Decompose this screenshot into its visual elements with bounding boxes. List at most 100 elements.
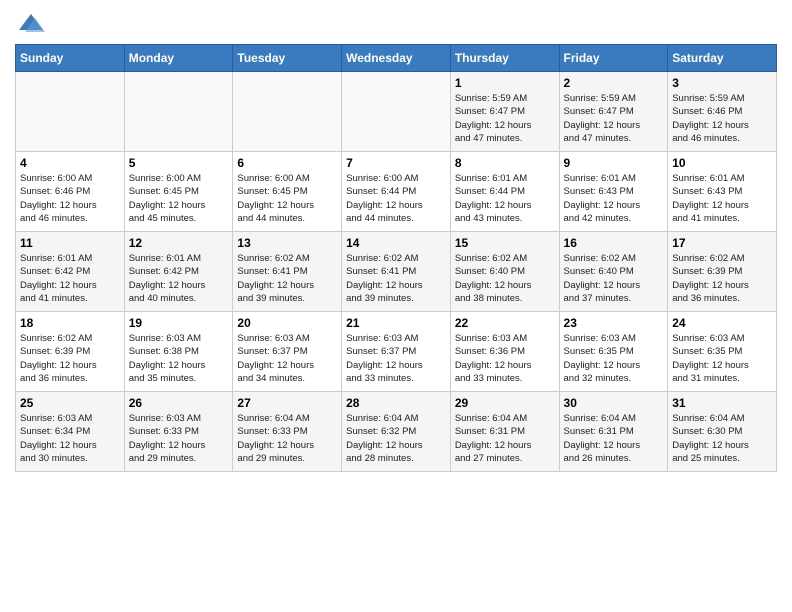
day-info: Sunrise: 6:02 AM Sunset: 6:40 PM Dayligh… <box>564 252 664 305</box>
calendar-cell: 25 Sunrise: 6:03 AM Sunset: 6:34 PM Dayli… <box>16 392 125 472</box>
week-row-5: 25 Sunrise: 6:03 AM Sunset: 6:34 PM Dayli… <box>16 392 777 472</box>
day-info: Sunrise: 6:01 AM Sunset: 6:42 PM Dayligh… <box>20 252 120 305</box>
day-info: Sunrise: 5:59 AM Sunset: 6:46 PM Dayligh… <box>672 92 772 145</box>
calendar-cell: 23 Sunrise: 6:03 AM Sunset: 6:35 PM Dayli… <box>559 312 668 392</box>
dow-header-thursday: Thursday <box>450 45 559 72</box>
day-info: Sunrise: 5:59 AM Sunset: 6:47 PM Dayligh… <box>455 92 555 145</box>
logo <box>15 10 45 38</box>
day-info: Sunrise: 6:04 AM Sunset: 6:31 PM Dayligh… <box>564 412 664 465</box>
calendar-cell: 15 Sunrise: 6:02 AM Sunset: 6:40 PM Dayli… <box>450 232 559 312</box>
day-info: Sunrise: 6:01 AM Sunset: 6:43 PM Dayligh… <box>672 172 772 225</box>
day-number: 26 <box>129 396 229 410</box>
logo-icon <box>17 10 45 38</box>
day-number: 6 <box>237 156 337 170</box>
day-number: 7 <box>346 156 446 170</box>
day-info: Sunrise: 6:02 AM Sunset: 6:41 PM Dayligh… <box>346 252 446 305</box>
week-row-1: 1 Sunrise: 5:59 AM Sunset: 6:47 PM Daylig… <box>16 72 777 152</box>
day-info: Sunrise: 6:00 AM Sunset: 6:45 PM Dayligh… <box>129 172 229 225</box>
day-info: Sunrise: 6:03 AM Sunset: 6:37 PM Dayligh… <box>346 332 446 385</box>
day-info: Sunrise: 6:03 AM Sunset: 6:33 PM Dayligh… <box>129 412 229 465</box>
day-number: 31 <box>672 396 772 410</box>
day-number: 2 <box>564 76 664 90</box>
calendar-cell: 17Sunrise: 6:02 AM Sunset: 6:39 PM Dayli… <box>668 232 777 312</box>
calendar-cell: 5Sunrise: 6:00 AM Sunset: 6:45 PM Daylig… <box>124 152 233 232</box>
day-info: Sunrise: 5:59 AM Sunset: 6:47 PM Dayligh… <box>564 92 664 145</box>
day-info: Sunrise: 6:03 AM Sunset: 6:34 PM Dayligh… <box>20 412 120 465</box>
day-number: 21 <box>346 316 446 330</box>
day-number: 22 <box>455 316 555 330</box>
dow-header-tuesday: Tuesday <box>233 45 342 72</box>
day-info: Sunrise: 6:03 AM Sunset: 6:35 PM Dayligh… <box>672 332 772 385</box>
calendar-cell: 10 Sunrise: 6:01 AM Sunset: 6:43 PM Dayli… <box>668 152 777 232</box>
dow-header-monday: Monday <box>124 45 233 72</box>
calendar-cell: 18Sunrise: 6:02 AM Sunset: 6:39 PM Dayli… <box>16 312 125 392</box>
calendar-cell: 12Sunrise: 6:01 AM Sunset: 6:42 PM Dayli… <box>124 232 233 312</box>
day-number: 30 <box>564 396 664 410</box>
day-info: Sunrise: 6:04 AM Sunset: 6:32 PM Dayligh… <box>346 412 446 465</box>
page-header <box>15 10 777 38</box>
week-row-4: 18Sunrise: 6:02 AM Sunset: 6:39 PM Dayli… <box>16 312 777 392</box>
calendar-cell: 30 Sunrise: 6:04 AM Sunset: 6:31 PM Dayli… <box>559 392 668 472</box>
day-info: Sunrise: 6:03 AM Sunset: 6:36 PM Dayligh… <box>455 332 555 385</box>
calendar-cell: 1 Sunrise: 5:59 AM Sunset: 6:47 PM Daylig… <box>450 72 559 152</box>
day-info: Sunrise: 6:02 AM Sunset: 6:41 PM Dayligh… <box>237 252 337 305</box>
day-number: 27 <box>237 396 337 410</box>
calendar-cell: 29 Sunrise: 6:04 AM Sunset: 6:31 PM Dayli… <box>450 392 559 472</box>
calendar-cell: 3 Sunrise: 5:59 AM Sunset: 6:46 PM Daylig… <box>668 72 777 152</box>
calendar-cell <box>16 72 125 152</box>
calendar-cell: 16 Sunrise: 6:02 AM Sunset: 6:40 PM Dayli… <box>559 232 668 312</box>
day-number: 15 <box>455 236 555 250</box>
day-number: 18 <box>20 316 120 330</box>
day-info: Sunrise: 6:01 AM Sunset: 6:44 PM Dayligh… <box>455 172 555 225</box>
calendar-cell: 27 Sunrise: 6:04 AM Sunset: 6:33 PM Dayli… <box>233 392 342 472</box>
calendar-cell: 20 Sunrise: 6:03 AM Sunset: 6:37 PM Dayli… <box>233 312 342 392</box>
dow-header-wednesday: Wednesday <box>342 45 451 72</box>
calendar-cell: 2 Sunrise: 5:59 AM Sunset: 6:47 PM Daylig… <box>559 72 668 152</box>
calendar-cell: 31Sunrise: 6:04 AM Sunset: 6:30 PM Dayli… <box>668 392 777 472</box>
day-number: 24 <box>672 316 772 330</box>
day-number: 16 <box>564 236 664 250</box>
week-row-2: 4 Sunrise: 6:00 AM Sunset: 6:46 PM Daylig… <box>16 152 777 232</box>
calendar-cell: 24 Sunrise: 6:03 AM Sunset: 6:35 PM Dayli… <box>668 312 777 392</box>
day-info: Sunrise: 6:01 AM Sunset: 6:42 PM Dayligh… <box>129 252 229 305</box>
day-number: 19 <box>129 316 229 330</box>
calendar-cell: 13 Sunrise: 6:02 AM Sunset: 6:41 PM Dayli… <box>233 232 342 312</box>
dow-header-sunday: Sunday <box>16 45 125 72</box>
day-number: 25 <box>20 396 120 410</box>
day-number: 11 <box>20 236 120 250</box>
day-number: 9 <box>564 156 664 170</box>
day-number: 3 <box>672 76 772 90</box>
day-info: Sunrise: 6:03 AM Sunset: 6:37 PM Dayligh… <box>237 332 337 385</box>
calendar-cell: 11 Sunrise: 6:01 AM Sunset: 6:42 PM Dayli… <box>16 232 125 312</box>
day-info: Sunrise: 6:02 AM Sunset: 6:39 PM Dayligh… <box>672 252 772 305</box>
day-number: 10 <box>672 156 772 170</box>
day-number: 8 <box>455 156 555 170</box>
day-info: Sunrise: 6:00 AM Sunset: 6:44 PM Dayligh… <box>346 172 446 225</box>
day-number: 23 <box>564 316 664 330</box>
day-info: Sunrise: 6:03 AM Sunset: 6:35 PM Dayligh… <box>564 332 664 385</box>
day-info: Sunrise: 6:01 AM Sunset: 6:43 PM Dayligh… <box>564 172 664 225</box>
calendar-cell <box>124 72 233 152</box>
day-info: Sunrise: 6:02 AM Sunset: 6:40 PM Dayligh… <box>455 252 555 305</box>
day-number: 13 <box>237 236 337 250</box>
calendar-cell: 6 Sunrise: 6:00 AM Sunset: 6:45 PM Daylig… <box>233 152 342 232</box>
calendar-table: SundayMondayTuesdayWednesdayThursdayFrid… <box>15 44 777 472</box>
calendar-cell: 7 Sunrise: 6:00 AM Sunset: 6:44 PM Daylig… <box>342 152 451 232</box>
day-info: Sunrise: 6:00 AM Sunset: 6:45 PM Dayligh… <box>237 172 337 225</box>
day-info: Sunrise: 6:04 AM Sunset: 6:31 PM Dayligh… <box>455 412 555 465</box>
week-row-3: 11 Sunrise: 6:01 AM Sunset: 6:42 PM Dayli… <box>16 232 777 312</box>
calendar-cell: 4 Sunrise: 6:00 AM Sunset: 6:46 PM Daylig… <box>16 152 125 232</box>
day-number: 1 <box>455 76 555 90</box>
day-number: 29 <box>455 396 555 410</box>
day-info: Sunrise: 6:04 AM Sunset: 6:33 PM Dayligh… <box>237 412 337 465</box>
day-number: 28 <box>346 396 446 410</box>
day-number: 20 <box>237 316 337 330</box>
day-info: Sunrise: 6:00 AM Sunset: 6:46 PM Dayligh… <box>20 172 120 225</box>
calendar-cell: 19Sunrise: 6:03 AM Sunset: 6:38 PM Dayli… <box>124 312 233 392</box>
calendar-cell: 26 Sunrise: 6:03 AM Sunset: 6:33 PM Dayli… <box>124 392 233 472</box>
calendar-cell <box>342 72 451 152</box>
calendar-cell: 14Sunrise: 6:02 AM Sunset: 6:41 PM Dayli… <box>342 232 451 312</box>
calendar-cell: 8 Sunrise: 6:01 AM Sunset: 6:44 PM Daylig… <box>450 152 559 232</box>
day-number: 4 <box>20 156 120 170</box>
calendar-cell: 28 Sunrise: 6:04 AM Sunset: 6:32 PM Dayli… <box>342 392 451 472</box>
